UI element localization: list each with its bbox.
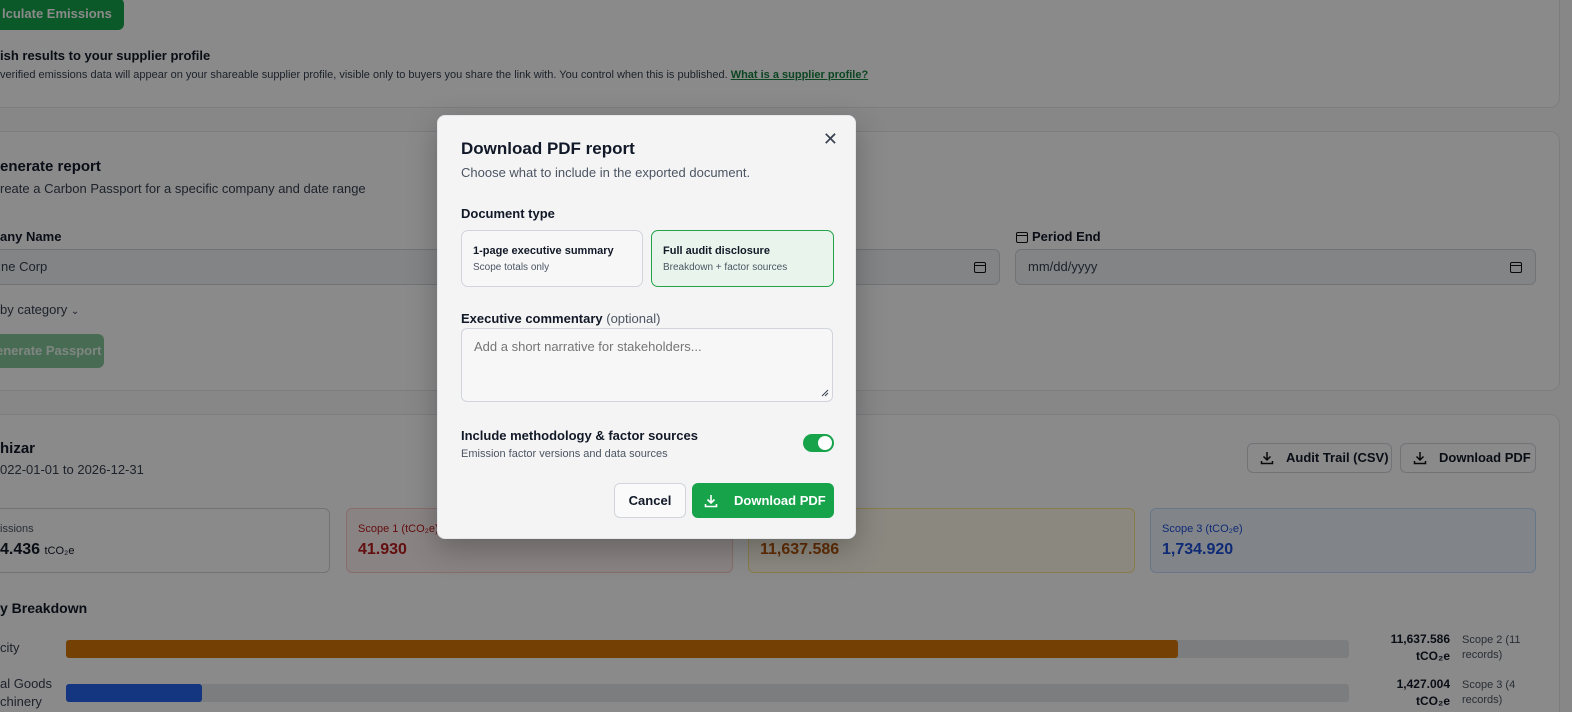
option-title: 1-page executive summary [473,245,614,257]
methodology-toggle-subtitle: Emission factor versions and data source… [461,448,668,460]
commentary-label: Executive commentary (optional) [461,311,660,326]
download-pdf-dialog: ✕ Download PDF report Choose what to inc… [437,115,856,539]
download-pdf-confirm-label: Download PDF [734,493,826,508]
close-icon[interactable]: ✕ [823,130,838,148]
download-icon [704,495,718,508]
methodology-toggle[interactable] [803,434,834,452]
methodology-toggle-title: Include methodology & factor sources [461,428,698,443]
option-title: Full audit disclosure [663,245,770,257]
option-executive-summary[interactable]: 1-page executive summary Scope totals on… [461,230,643,287]
toggle-knob [818,436,832,450]
commentary-optional: (optional) [606,311,661,326]
option-subtitle: Breakdown + factor sources [663,262,788,273]
option-full-audit-disclosure[interactable]: Full audit disclosure Breakdown + factor… [651,230,834,287]
dialog-title: Download PDF report [461,139,635,158]
commentary-label-text: Executive commentary [461,311,603,326]
dialog-subtitle: Choose what to include in the exported d… [461,165,751,180]
commentary-textarea[interactable] [461,328,833,402]
cancel-button[interactable]: Cancel [614,483,686,518]
option-subtitle: Scope totals only [473,262,550,273]
resize-handle-icon[interactable] [821,389,829,397]
download-pdf-confirm-button[interactable]: Download PDF [692,483,834,518]
document-type-label: Document type [461,206,555,221]
